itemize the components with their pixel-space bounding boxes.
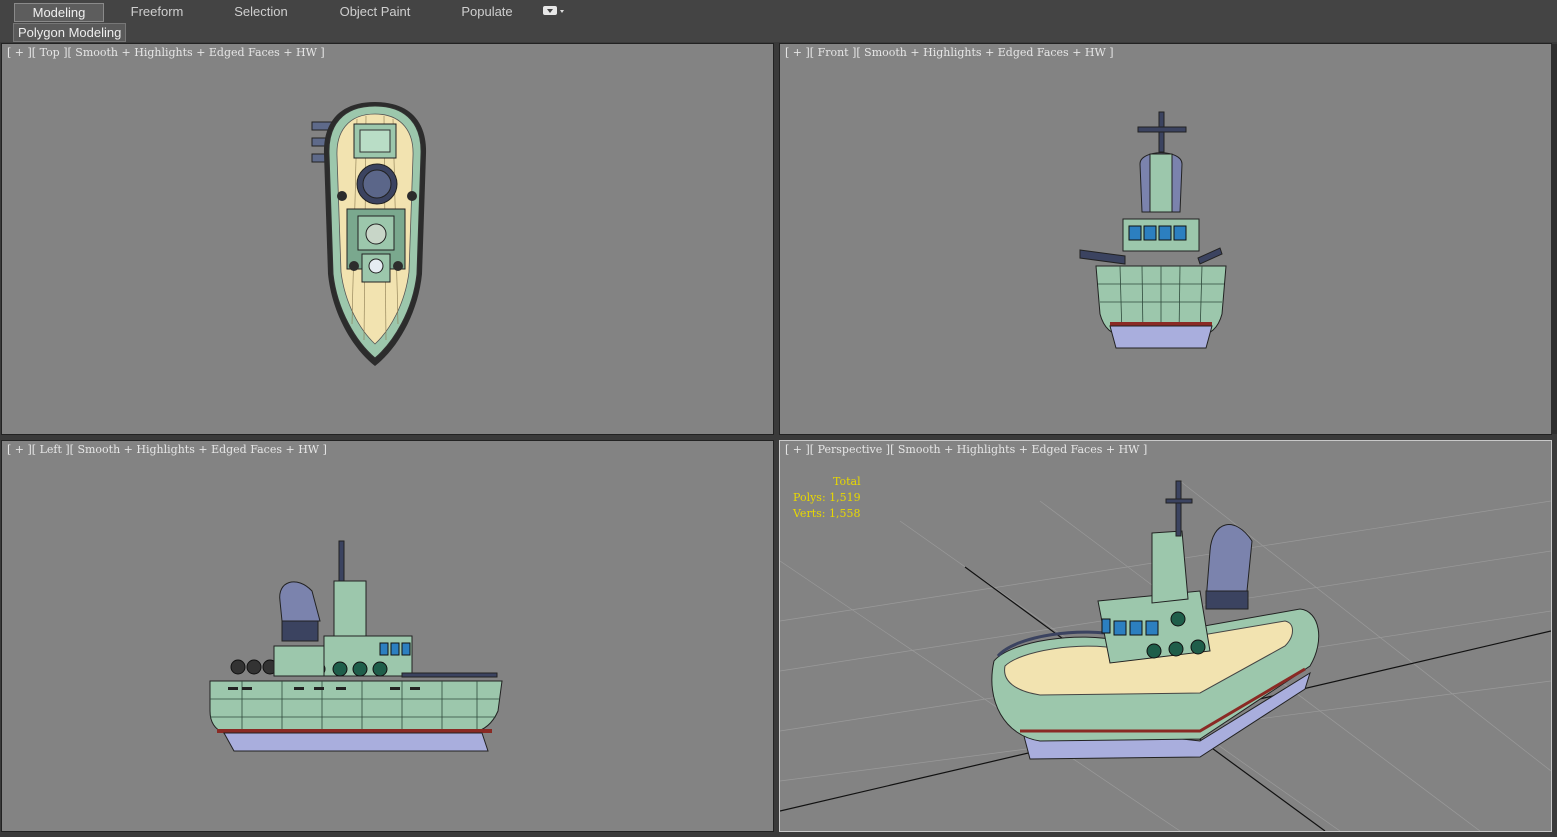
viewport-top[interactable]: [ + ][ Top ][ Smooth + Highlights + Edge… [1,43,774,435]
boat-top-view [311,102,427,366]
tab-selection[interactable]: Selection [222,3,300,20]
tab-modeling[interactable]: Modeling [14,3,104,22]
ribbon-panel-bar [0,22,1557,42]
tab-object-paint[interactable]: Object Paint [330,3,420,20]
viewport-front[interactable]: [ + ][ Front ][ Smooth + Highlights + Ed… [779,43,1552,435]
dropdown-icon[interactable] [543,6,565,16]
boat-left-view [209,540,503,752]
tab-freeform[interactable]: Freeform [118,3,196,20]
boat-perspective-view [780,480,1551,831]
bottom-strip [0,832,1557,837]
tab-populate[interactable]: Populate [452,3,522,20]
viewport-left[interactable]: [ + ][ Left ][ Smooth + Highlights + Edg… [1,440,774,832]
tab-polygon-modeling[interactable]: Polygon Modeling [13,23,127,42]
boat-front-view [1079,111,1227,349]
right-scrollbar[interactable] [1551,44,1557,434]
viewport-perspective[interactable]: [ + ][ Perspective ][ Smooth + Highlight… [779,440,1552,832]
